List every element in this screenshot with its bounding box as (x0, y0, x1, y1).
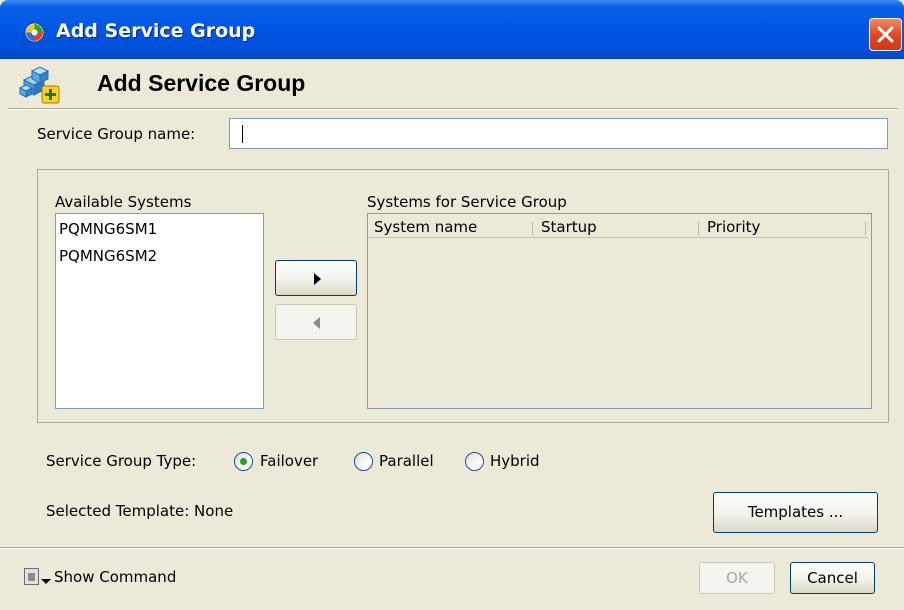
column-header-startup[interactable]: Startup (541, 218, 597, 236)
column-header-system-name[interactable]: System name (374, 218, 477, 236)
chevron-down-icon[interactable] (41, 579, 51, 584)
arrow-left-icon (313, 317, 320, 329)
available-systems-label: Available Systems (55, 193, 192, 211)
cancel-button[interactable]: Cancel (790, 562, 875, 594)
hybrid-radio[interactable] (465, 452, 484, 471)
service-group-name-input[interactable] (229, 118, 888, 149)
radio-selected-dot (240, 458, 247, 465)
available-systems-list[interactable]: PQMNG6SM1 PQMNG6SM2 (55, 213, 264, 409)
window-title: Add Service Group (56, 20, 256, 42)
title-bar: Add Service Group (0, 0, 904, 59)
parallel-label[interactable]: Parallel (379, 452, 434, 470)
templates-button[interactable]: Templates ... (713, 492, 878, 533)
parallel-radio[interactable] (354, 452, 373, 471)
footer-divider (0, 547, 904, 549)
hybrid-label[interactable]: Hybrid (490, 452, 540, 470)
column-header-priority[interactable]: Priority (707, 218, 760, 236)
close-icon (877, 26, 894, 43)
selected-template-label: Selected Template: None (46, 502, 234, 520)
list-item[interactable]: PQMNG6SM1 (59, 220, 157, 238)
systems-for-group-label: Systems for Service Group (367, 193, 567, 211)
show-command-link[interactable]: Show Command (54, 568, 176, 586)
dialog-heading: Add Service Group (97, 70, 306, 96)
table-header: System name Startup Priority (369, 215, 868, 238)
ok-button[interactable]: OK (699, 562, 775, 594)
header-divider (8, 108, 898, 110)
dialog-header: Add Service Group (0, 59, 904, 108)
failover-label[interactable]: Failover (260, 452, 318, 470)
service-group-add-icon (18, 66, 60, 104)
add-system-button[interactable] (275, 260, 357, 296)
systems-for-group-table[interactable]: System name Startup Priority (367, 213, 872, 409)
remove-system-button[interactable] (275, 304, 357, 340)
list-item[interactable]: PQMNG6SM2 (59, 247, 157, 265)
app-icon (24, 22, 45, 43)
text-caret (242, 125, 243, 143)
arrow-right-icon (314, 273, 321, 285)
close-button[interactable] (869, 18, 902, 51)
failover-radio[interactable] (234, 452, 253, 471)
column-divider (865, 222, 866, 235)
service-group-type-label: Service Group Type: (46, 452, 197, 470)
column-divider (532, 222, 533, 235)
column-divider (698, 222, 699, 235)
command-icon[interactable] (24, 568, 39, 585)
service-group-name-label: Service Group name: (37, 125, 196, 143)
